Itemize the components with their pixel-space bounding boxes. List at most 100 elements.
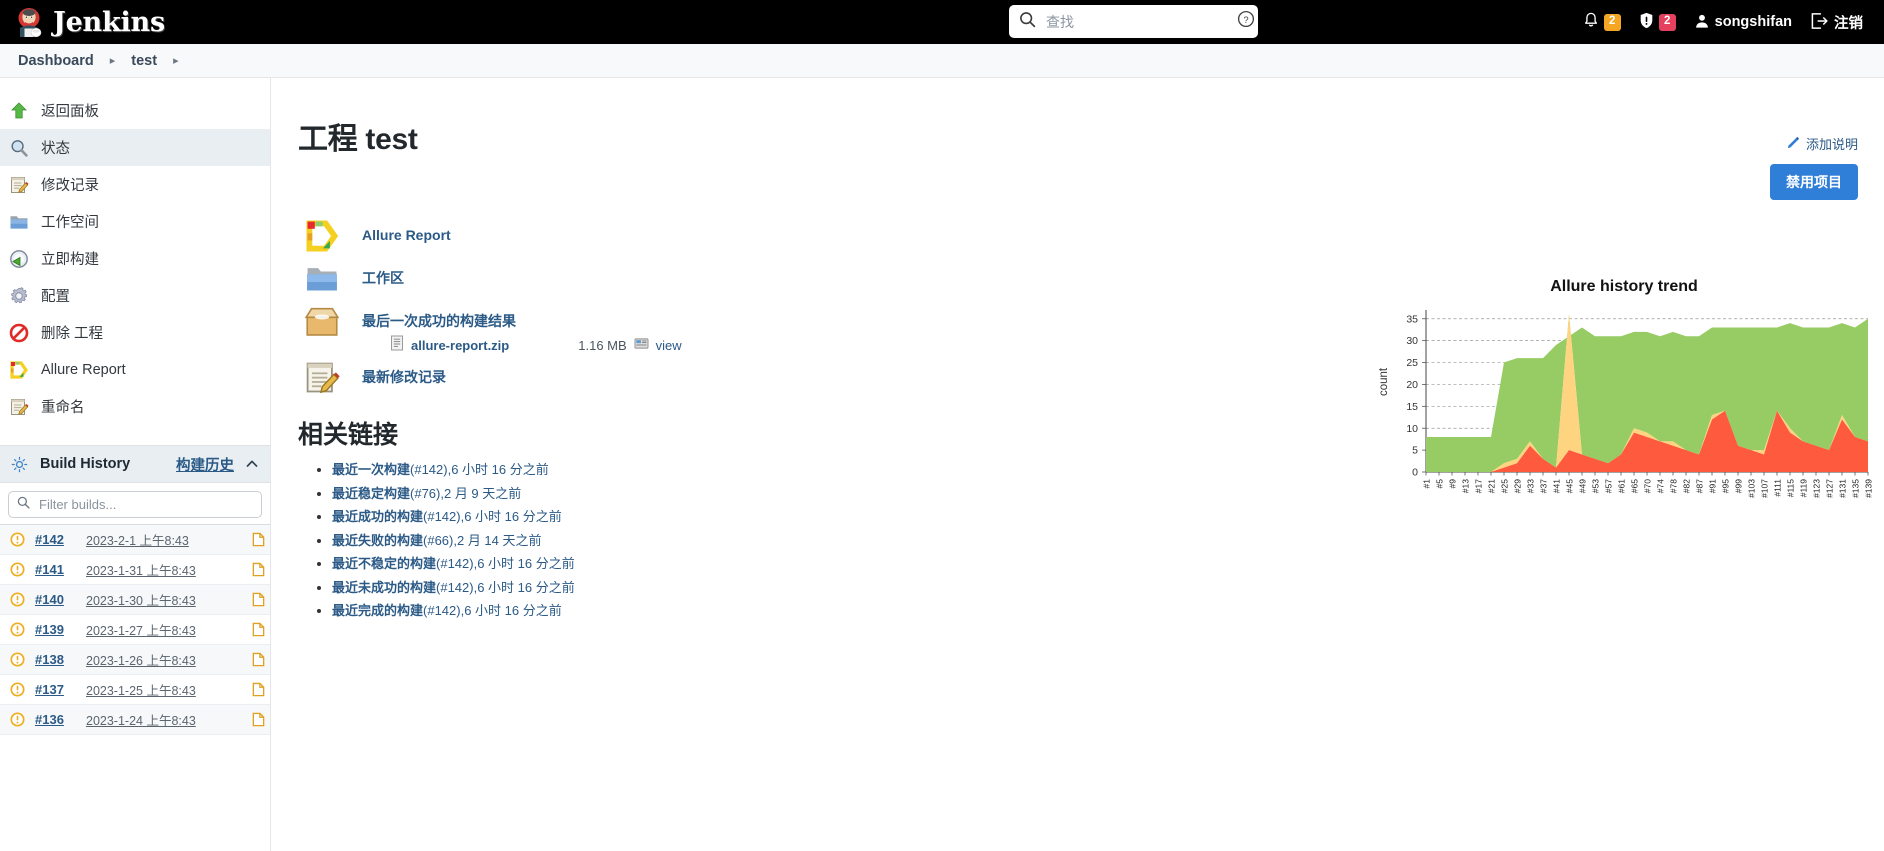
build-history-row[interactable]: #142 2023-2-1 上午8:43 [0, 525, 270, 555]
build-number-link[interactable]: #137 [35, 682, 79, 697]
build-number-link[interactable]: #141 [35, 562, 79, 577]
build-date-link[interactable]: 2023-2-1 上午8:43 [86, 530, 239, 549]
sidebar: 返回面板 状态 修改记录 工作空间 立即构建 配置 删除 工程 Allure R… [0, 78, 271, 851]
chart-ytick: 5 [1412, 445, 1418, 457]
sidebar-item-configure[interactable]: 配置 [0, 277, 270, 314]
build-now-icon [8, 248, 30, 270]
chart-ytick: 10 [1406, 423, 1418, 435]
search-input[interactable] [1044, 12, 1229, 31]
build-number-link[interactable]: #138 [35, 652, 79, 667]
console-output-icon[interactable] [246, 712, 270, 727]
build-date-link[interactable]: 2023-1-25 上午8:43 [86, 680, 239, 699]
security-count-badge: 2 [1658, 13, 1676, 31]
main-content: 工程 test 添加说明 禁用项目 Allure Report 工作区 最后一次… [271, 78, 1884, 851]
chart-xtick: #9 [1447, 479, 1457, 489]
build-status-unstable-icon [6, 679, 28, 701]
build-filter-input[interactable] [37, 496, 253, 513]
related-link-label[interactable]: 最近未成功的构建 [332, 580, 436, 595]
related-link-item[interactable]: 最近不稳定的构建(#142),6 小时 16 分之前 [332, 553, 1854, 572]
link-row-allure-report[interactable]: Allure Report [298, 214, 1854, 257]
logout-button[interactable]: 注销 [1801, 0, 1872, 44]
breadcrumb-item-dashboard[interactable]: Dashboard [10, 53, 102, 69]
build-date-link[interactable]: 2023-1-31 上午8:43 [86, 560, 239, 579]
console-output-icon[interactable] [246, 682, 270, 697]
build-history-row[interactable]: #139 2023-1-27 上午8:43 [0, 615, 270, 645]
chart-xtick: #17 [1473, 479, 1483, 493]
build-filter[interactable] [8, 491, 262, 518]
chevron-right-icon-2[interactable]: ▸ [167, 54, 185, 67]
artifact-name-link[interactable]: allure-report.zip [411, 338, 509, 353]
chart-xtick: #13 [1460, 479, 1470, 493]
console-output-icon[interactable] [246, 562, 270, 577]
link-label-workspace[interactable]: 工作区 [362, 257, 404, 300]
chart-xtick: #139 [1863, 479, 1873, 498]
related-link-label[interactable]: 最近稳定构建 [332, 486, 410, 501]
build-number-link[interactable]: #139 [35, 622, 79, 637]
build-history-row[interactable]: #141 2023-1-31 上午8:43 [0, 555, 270, 585]
build-number-link[interactable]: #142 [35, 532, 79, 547]
link-label-allure-report[interactable]: Allure Report [362, 214, 451, 257]
notepad-pencil-icon-large [298, 356, 346, 399]
related-link-item[interactable]: 最近完成的构建(#142),6 小时 16 分之前 [332, 600, 1854, 619]
sidebar-item-back-to-dashboard[interactable]: 返回面板 [0, 92, 270, 129]
build-number-link[interactable]: #140 [35, 592, 79, 607]
related-link-detail: (#142),6 小时 16 分之前 [423, 603, 562, 618]
build-date-link[interactable]: 2023-1-26 上午8:43 [86, 650, 239, 669]
add-description-button[interactable]: 添加说明 [1787, 134, 1858, 153]
security-warnings-button[interactable]: 2 [1630, 0, 1685, 44]
logout-icon [1810, 12, 1829, 33]
related-link-detail: (#142),6 小时 16 分之前 [436, 556, 575, 571]
console-output-icon[interactable] [246, 592, 270, 607]
global-search[interactable]: ? [1009, 5, 1258, 38]
chart-xtick: #49 [1577, 479, 1587, 493]
related-link-label[interactable]: 最近完成的构建 [332, 603, 423, 618]
sidebar-item-allure-report[interactable]: Allure Report [0, 351, 270, 388]
allure-icon [8, 359, 30, 381]
chart-xtick: #57 [1603, 479, 1613, 493]
build-filter-container [0, 483, 270, 524]
related-link-label[interactable]: 最近一次构建 [332, 462, 410, 477]
build-history-row[interactable]: #137 2023-1-25 上午8:43 [0, 675, 270, 705]
help-circle-icon[interactable]: ? [1237, 10, 1255, 33]
sidebar-item-workspace[interactable]: 工作空间 [0, 203, 270, 240]
build-date-link[interactable]: 2023-1-27 上午8:43 [86, 620, 239, 639]
sidebar-item-status[interactable]: 状态 [0, 129, 270, 166]
sidebar-item-changes[interactable]: 修改记录 [0, 166, 270, 203]
add-description-label: 添加说明 [1805, 137, 1858, 152]
related-link-label[interactable]: 最近成功的构建 [332, 509, 423, 524]
package-box-icon [298, 300, 346, 343]
build-status-unstable-icon [6, 589, 28, 611]
sidebar-item-delete-project[interactable]: 删除 工程 [0, 314, 270, 351]
jenkins-home-link[interactable]: Jenkins [14, 6, 165, 38]
console-output-icon[interactable] [246, 652, 270, 667]
link-label-recent-changes[interactable]: 最新修改记录 [362, 356, 446, 399]
chart-xtick: #74 [1655, 479, 1665, 493]
chart-xtick: #45 [1564, 479, 1574, 493]
console-output-icon[interactable] [246, 532, 270, 547]
related-link-label[interactable]: 最近失败的构建 [332, 533, 423, 548]
build-date-link[interactable]: 2023-1-30 上午8:43 [86, 590, 239, 609]
chart-xtick: #119 [1798, 479, 1808, 498]
build-history-row[interactable]: #138 2023-1-26 上午8:43 [0, 645, 270, 675]
build-number-link[interactable]: #136 [35, 712, 79, 727]
console-output-icon[interactable] [246, 622, 270, 637]
jenkins-butler-logo-icon [14, 7, 44, 38]
sidebar-label-1: 状态 [41, 141, 70, 157]
sidebar-item-rename[interactable]: 重命名 [0, 388, 270, 425]
related-link-label[interactable]: 最近不稳定的构建 [332, 556, 436, 571]
user-menu-button[interactable]: songshifan [1685, 0, 1801, 44]
sidebar-item-build-now[interactable]: 立即构建 [0, 240, 270, 277]
artifact-view-link[interactable]: view [656, 338, 682, 353]
build-status-unstable-icon [6, 619, 28, 641]
search-icon [1019, 11, 1036, 33]
build-date-link[interactable]: 2023-1-24 上午8:43 [86, 710, 239, 729]
chevron-up-icon[interactable] [244, 457, 260, 471]
brand-title: Jenkins [53, 6, 165, 38]
build-history-link[interactable]: 构建历史 [176, 454, 234, 475]
build-history-row[interactable]: #136 2023-1-24 上午8:43 [0, 705, 270, 735]
breadcrumb-item-test[interactable]: test [123, 53, 165, 69]
notifications-button[interactable]: 2 [1574, 0, 1630, 44]
build-history-row[interactable]: #140 2023-1-30 上午8:43 [0, 585, 270, 615]
related-link-item[interactable]: 最近未成功的构建(#142),6 小时 16 分之前 [332, 577, 1854, 596]
disable-project-button[interactable]: 禁用项目 [1770, 164, 1858, 200]
